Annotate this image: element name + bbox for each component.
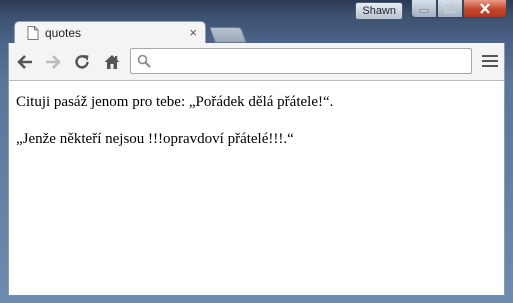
page-content: Cituji pasáž jenom pro tebe: „Pořádek dě…	[8, 81, 505, 295]
back-button[interactable]	[15, 52, 35, 72]
reload-icon	[75, 55, 89, 69]
quote-paragraph-2: „Jenže někteří nejsou !!!opravdoví přáte…	[16, 131, 294, 147]
search-icon	[137, 54, 151, 73]
maximize-icon	[445, 3, 455, 13]
tab-close-icon[interactable]: ×	[189, 25, 197, 40]
browser-window-frame: Shawn quotes × Cituji pasáž jenom pro te…	[0, 0, 513, 303]
tab-quotes[interactable]: quotes ×	[14, 21, 206, 44]
close-icon	[480, 3, 490, 14]
close-button[interactable]	[463, 0, 507, 18]
window-caption-buttons	[411, 0, 507, 19]
maximize-button[interactable]	[437, 0, 463, 18]
reload-button[interactable]	[72, 52, 92, 72]
minimize-button[interactable]	[411, 0, 437, 18]
profile-button[interactable]: Shawn	[355, 2, 403, 20]
new-tab-button[interactable]	[209, 27, 247, 43]
quote-paragraph-1: Cituji pasáž jenom pro tebe: „Pořádek dě…	[16, 94, 334, 110]
tab-title: quotes	[45, 26, 82, 40]
home-icon	[104, 55, 120, 69]
browser-toolbar	[8, 43, 505, 81]
back-arrow-icon	[17, 55, 32, 69]
forward-arrow-icon	[46, 55, 61, 69]
window-bottom-border	[8, 295, 505, 303]
minimize-icon	[419, 9, 429, 12]
address-input[interactable]	[157, 52, 461, 72]
home-button[interactable]	[102, 52, 122, 72]
menu-icon[interactable]	[482, 52, 498, 70]
address-bar[interactable]	[130, 48, 472, 74]
forward-button[interactable]	[43, 52, 63, 72]
